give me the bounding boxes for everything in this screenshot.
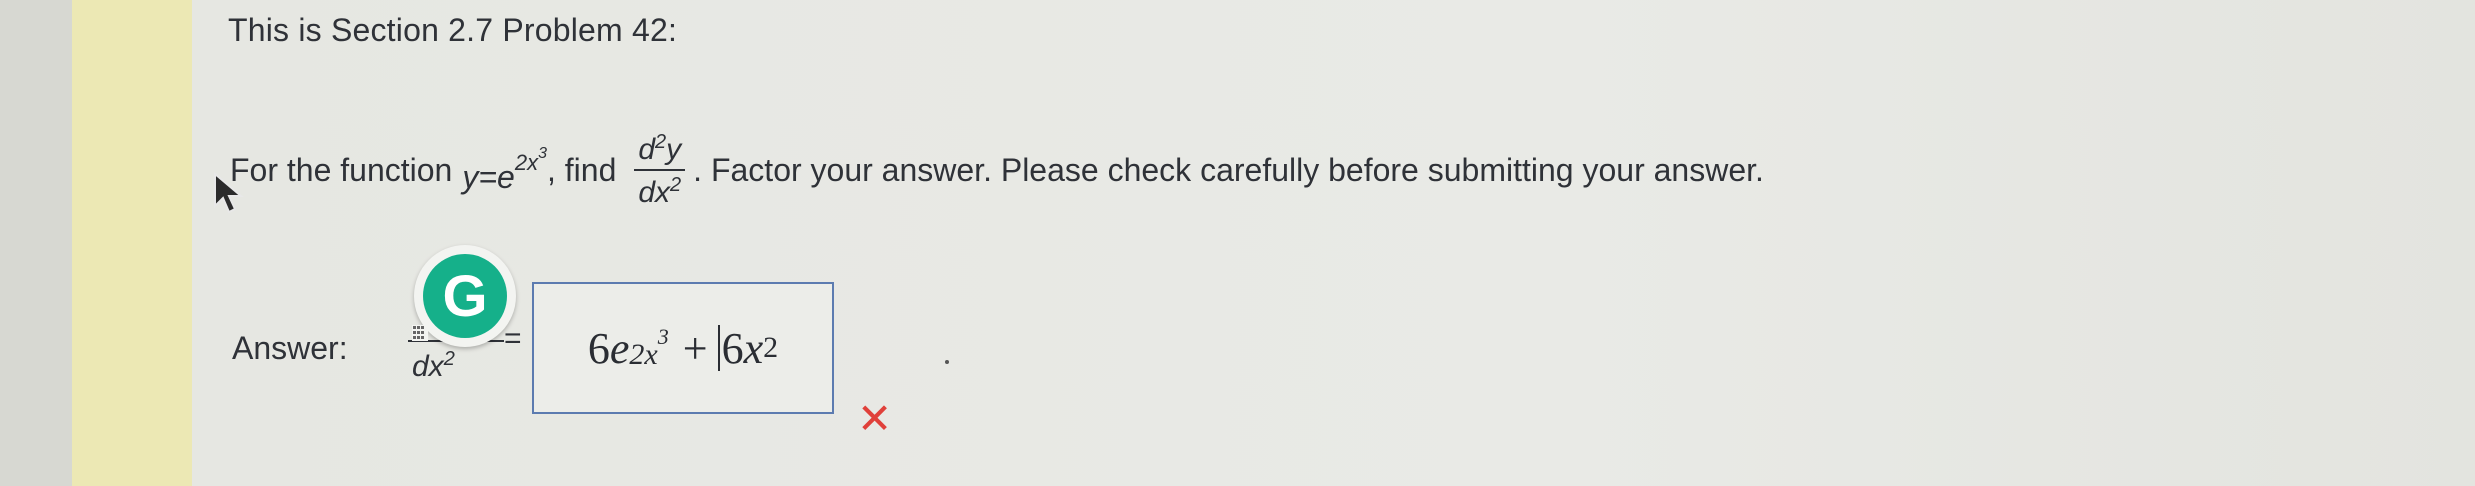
answer-label: Answer: bbox=[232, 330, 348, 366]
answer-input[interactable]: 6 e 2x3 + 6x2 bbox=[532, 282, 834, 414]
left-window-strip bbox=[0, 0, 72, 486]
left-sidebar bbox=[72, 0, 194, 486]
grammarly-button[interactable]: G bbox=[412, 245, 516, 347]
equals-sign: = bbox=[504, 322, 522, 355]
dot-mark bbox=[945, 360, 949, 364]
mouse-pointer-icon bbox=[214, 172, 244, 214]
find-text: , find bbox=[546, 151, 617, 188]
second-derivative-fraction: d2y dx2 bbox=[634, 132, 686, 208]
problem-statement: For the function y=e2x3 , find d2y dx2 .… bbox=[230, 120, 1764, 220]
drag-handle-icon[interactable] bbox=[412, 325, 428, 341]
answer-fraction-denominator: dx2 bbox=[412, 348, 455, 383]
text-cursor bbox=[717, 325, 720, 371]
incorrect-x-icon: ✕ bbox=[857, 395, 893, 442]
problem-prefix: For the function bbox=[230, 151, 453, 188]
instructions-text: . Factor your answer. Please check caref… bbox=[693, 151, 1764, 188]
function-expression: y=e2x3 bbox=[462, 144, 547, 195]
section-title: This is Section 2.7 Problem 42: bbox=[228, 12, 678, 48]
grammarly-g-icon: G bbox=[423, 254, 507, 338]
